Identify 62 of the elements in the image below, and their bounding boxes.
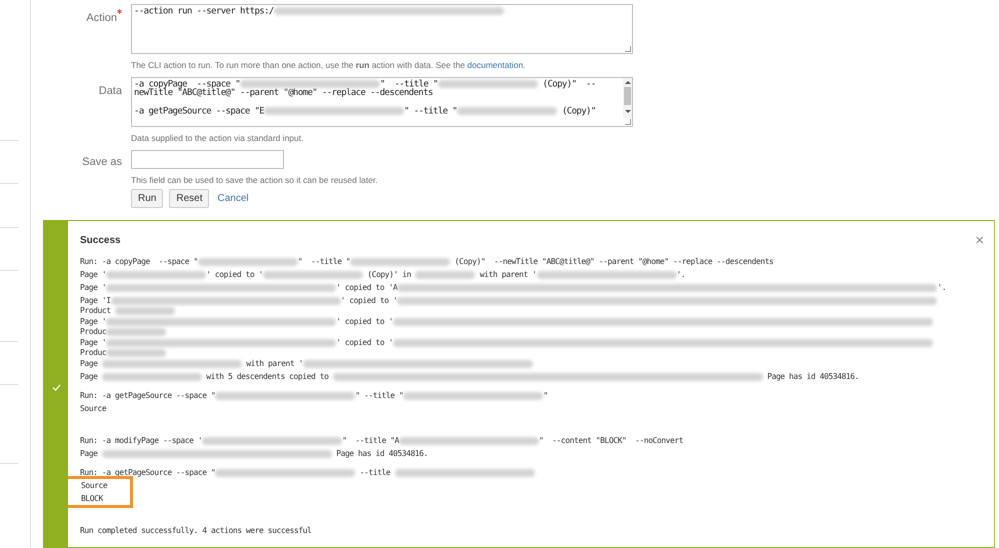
help-text: This field can be used to save the action so it can be reused later. [131,174,378,186]
log-text: ' copied to 'A [336,283,398,292]
text-area[interactable]: --action run --server https:/ [131,4,633,54]
log-text: Produc [80,327,106,336]
log-text: (Copy)' in [366,270,412,280]
check-icon [52,384,60,391]
log-text: Run: -a modifyPage --space ' [80,436,202,446]
log-text: BLOCK [81,494,103,504]
log-text: '. [676,270,686,280]
log-text: Page has id 40534816. [766,372,859,382]
log-text: Page ' [80,317,106,326]
resize-handle[interactable] [625,46,631,52]
log-text: Produc [80,348,106,358]
log-text: Page 'I [80,296,111,306]
log-text: Page ' [80,270,106,280]
log-text: Run: -a getPageSource --space " [80,468,216,478]
blurred-redaction [106,328,166,336]
log-text: Product [80,306,112,316]
scrollbar[interactable] [623,78,632,118]
form-button[interactable]: Run [131,189,164,208]
log-text: " --title "A [342,436,400,446]
resize-handle[interactable] [625,118,631,125]
log-text: Source [81,481,108,490]
help-text: The CLI action to run. To run more than one action, use the run action with data. See the documentation. [131,59,526,72]
log-text: with parent ' [478,270,537,280]
log-text: ' copied to ' [206,270,263,280]
log-text: Run completed successfully. 4 actions were successful [80,526,312,536]
blurred-redaction [415,271,476,280]
log-text: ' copied to ' [336,317,393,326]
log-text: ' copied to ' [336,338,393,348]
log-text: Page [80,372,98,382]
cancel-link[interactable]: Cancel [217,191,249,206]
form-button[interactable]: Reset [169,189,210,208]
log-text: ' copied to ' [340,296,398,306]
blurred-redaction [114,307,175,316]
log-text: " --content "BLOCK" --noConvert [539,436,684,446]
log-text: (Copy)" --newTitle "ABC@title@" --parent "@home" --replace --descendents [454,257,774,266]
log-text: Page [80,449,98,458]
log-text: '. [937,283,946,292]
field-label: Data [98,84,122,99]
field-label: Save as [82,154,122,170]
text-input[interactable] [131,150,284,168]
log-text: Page [80,359,98,368]
documentation-link[interactable]: documentation [467,60,524,70]
log-text: --title [358,468,392,478]
help-text: Data supplied to the action via standard input. [131,132,304,144]
log-text: " --title " [355,391,404,400]
log-text: Source [80,404,106,414]
log-text: with parent ' [245,359,303,368]
log-text: Run: -a copyPage --space " [80,257,198,266]
log-text: Run: -a getPageSource --space " [80,391,216,400]
close-button[interactable]: × [975,234,984,247]
blurred-redaction [106,349,166,358]
panel-title: Success [80,234,121,248]
log-text: Page ' [80,338,106,348]
log-text: " [543,391,548,400]
field-label: Action [86,11,117,26]
log-text: Page ' [80,283,106,292]
log-text: " --title " [298,257,350,266]
log-text: Page has id 40534816. [335,449,428,458]
text-area[interactable]: -a copyPage --space " " --title " (Copy)" -- newTitle "ABC@title@" --parent "@home" --replace --descendents -a getPageSource --space "E " --title " (Copy)" [131,76,633,127]
log-text: with 5 descendents copied to [205,372,330,382]
